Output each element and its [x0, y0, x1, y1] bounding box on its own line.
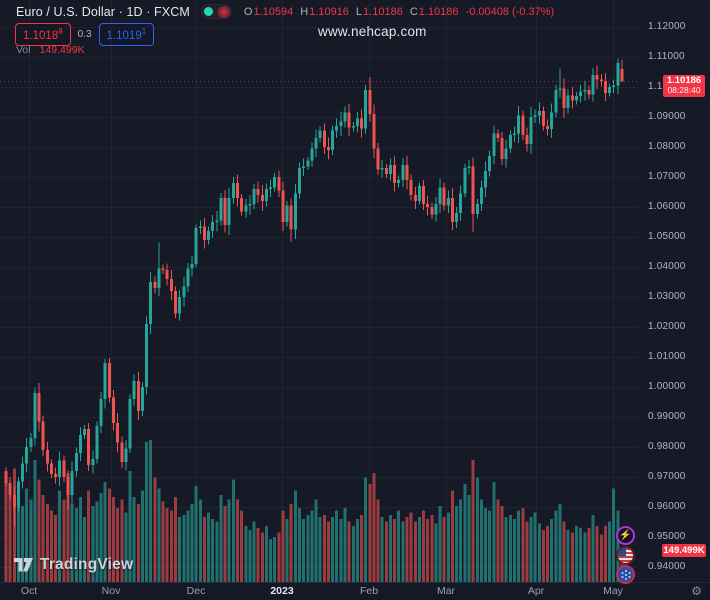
- price-tick-label: 1.08000: [648, 141, 686, 152]
- price-tick-label: 0.97000: [648, 471, 686, 482]
- bid-price-pip: 8: [58, 27, 63, 36]
- change-value: -0.00408 (-0.37%): [465, 5, 555, 18]
- high-label: H: [300, 5, 309, 18]
- price-tick-label: 1.06000: [648, 201, 686, 212]
- event-eu-flag-icon[interactable]: [616, 565, 635, 584]
- eu-stars-icon: [625, 574, 627, 576]
- price-tick-label: 0.96000: [648, 501, 686, 512]
- last-price-flag: 1.10186 08:28:40: [663, 75, 705, 98]
- time-tick-label: Apr: [527, 585, 545, 597]
- price-tick-label: 0.94000: [648, 561, 686, 572]
- high-value: 1.10916: [309, 5, 349, 18]
- tradingview-logo[interactable]: TradingView: [14, 556, 133, 574]
- tradingview-chart-window: Euro / U.S. Dollar · 1D · FXCM O 1.10594…: [0, 0, 710, 600]
- volume-axis-flag: 149.499K: [662, 544, 706, 558]
- volume-value: 149.499K: [39, 44, 85, 56]
- ohlc-values: O 1.10594 H 1.10916 L 1.10186 C 1.10186 …: [244, 6, 554, 18]
- time-tick-label: Oct: [20, 585, 38, 597]
- volume-legend: Vol 149.499K: [16, 44, 85, 56]
- time-tick-label: Feb: [359, 585, 379, 597]
- time-tick-label: Mar: [436, 585, 456, 597]
- symbol-title[interactable]: Euro / U.S. Dollar · 1D · FXCM: [16, 5, 190, 19]
- time-axis[interactable]: Oct Nov Dec 2023 Feb Mar Apr May: [0, 582, 710, 600]
- time-tick-label: May: [603, 585, 623, 597]
- toggle-off-dot-icon: [217, 5, 230, 18]
- price-tick-label: 1.12000: [648, 21, 686, 32]
- price-tick-label: 1.01000: [648, 351, 686, 362]
- ask-price-pip: 1: [141, 27, 147, 36]
- close-label: C: [409, 5, 418, 18]
- price-tick-label: 1.04000: [648, 261, 686, 272]
- tradingview-mark-icon: [14, 558, 33, 572]
- price-tick-label: 1.11000: [648, 51, 685, 62]
- watermark-url: www.nehcap.com: [318, 24, 427, 39]
- time-tick-label: Nov: [101, 585, 121, 597]
- price-tick-label: 0.99000: [648, 411, 686, 422]
- bid-price: 1.1018: [23, 29, 59, 42]
- price-tick-label: 1.07000: [648, 171, 686, 182]
- open-value: 1.10594: [253, 5, 294, 18]
- time-tick-label: Dec: [186, 585, 206, 597]
- price-tick-label: 1.03000: [648, 291, 686, 302]
- price-tick-label: 1.09000: [648, 111, 686, 122]
- signal-toggle[interactable]: [200, 4, 232, 19]
- tradingview-logo-text: TradingView: [40, 556, 134, 573]
- event-lightning-icon[interactable]: ⚡: [616, 526, 635, 545]
- low-value: 1.10186: [363, 5, 403, 18]
- price-tick-label: 1.05000: [648, 231, 686, 242]
- price-tick-label: 1.02000: [648, 321, 686, 332]
- price-tick-label: 1.00000: [648, 381, 686, 392]
- chart-plot-canvas[interactable]: [0, 0, 710, 600]
- close-value: 1.10186: [418, 5, 459, 18]
- volume-label: Vol: [16, 44, 31, 56]
- price-tick-label: 0.98000: [648, 441, 686, 452]
- toggle-on-dot-icon: [203, 7, 213, 16]
- low-label: L: [355, 5, 363, 18]
- buy-ask-button[interactable]: 1.10191: [98, 23, 155, 46]
- open-label: O: [243, 5, 253, 18]
- bar-countdown: 08:28:40: [667, 85, 701, 96]
- chart-legend: Euro / U.S. Dollar · 1D · FXCM O 1.10594…: [16, 4, 554, 19]
- ask-price: 1.1019: [106, 29, 142, 42]
- axis-settings-gear-icon[interactable]: ⚙: [691, 584, 702, 599]
- event-us-flag-icon[interactable]: [616, 546, 635, 565]
- sell-bid-button[interactable]: 1.10188: [15, 23, 71, 46]
- price-tick-label: 0.95000: [648, 531, 686, 542]
- time-tick-label: 2023: [270, 585, 294, 597]
- spread-value: 0.3: [77, 28, 92, 40]
- bid-ask-row: 1.10188 0.3 1.10191: [15, 23, 155, 46]
